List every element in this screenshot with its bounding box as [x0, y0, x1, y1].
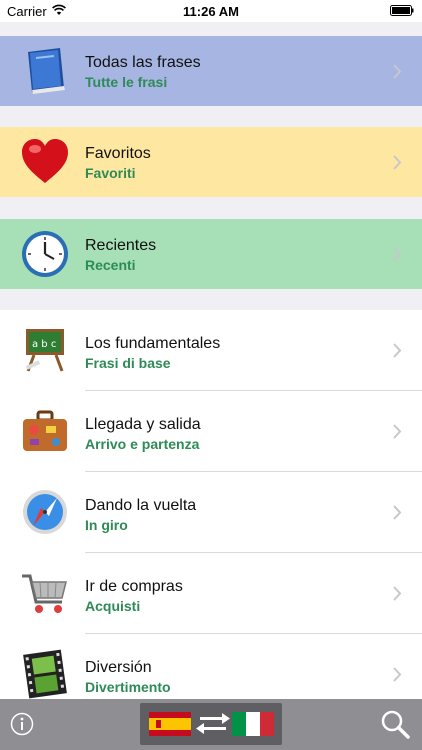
chevron-right-icon [393, 343, 402, 358]
chevron-right-icon [393, 586, 402, 601]
row-title: Recientes [85, 237, 157, 254]
italy-flag-icon [232, 712, 274, 736]
category-subtitle: Acquisti [85, 598, 141, 614]
heart-icon [22, 139, 68, 183]
category-title: Dando la vuelta [85, 497, 197, 514]
category-subtitle: Divertimento [85, 679, 171, 695]
language-swap-button[interactable] [140, 703, 282, 745]
bottom-toolbar [0, 699, 422, 750]
chevron-right-icon [393, 505, 402, 520]
category-arrival-departure[interactable]: Llegada y salida Arrivo e partenza [0, 391, 422, 472]
category-title: Ir de compras [85, 578, 183, 595]
spain-flag-icon [149, 712, 191, 736]
info-icon[interactable] [10, 712, 34, 736]
category-shopping[interactable]: Ir de compras Acquisti [0, 553, 422, 634]
battery-icon [390, 5, 414, 16]
row-title: Todas las frases [85, 54, 201, 71]
chalkboard-icon: a b c [25, 329, 64, 372]
chevron-right-icon [393, 155, 402, 170]
category-title: Los fundamentales [85, 335, 221, 352]
search-icon[interactable] [380, 709, 410, 739]
chevron-right-icon [393, 424, 402, 439]
compass-icon [23, 490, 67, 534]
row-subtitle: Tutte le frasi [85, 74, 168, 90]
row-title: Favoritos [85, 145, 151, 162]
book-icon [28, 48, 65, 94]
category-basics[interactable]: a b c Los fundamentales Frasi di base [0, 310, 422, 391]
chevron-right-icon [393, 247, 402, 262]
category-title: Llegada y salida [85, 416, 201, 433]
language-swap-icon [149, 712, 274, 736]
category-subtitle: Arrivo e partenza [85, 436, 200, 452]
clock-time: 11:26 AM [183, 4, 239, 19]
category-getting-around[interactable]: Dando la vuelta In giro [0, 472, 422, 553]
category-subtitle: In giro [85, 517, 128, 533]
category-subtitle: Frasi di base [85, 355, 171, 371]
category-list: a b c Los fundamentales Frasi di base Ll… [0, 310, 422, 715]
recents-row[interactable]: Recientes Recenti [0, 219, 422, 289]
svg-text:a b c: a b c [32, 339, 56, 350]
chevron-right-icon [393, 64, 402, 79]
row-subtitle: Favoriti [85, 165, 136, 181]
chevron-right-icon [393, 667, 402, 682]
clock-icon [22, 231, 68, 277]
all-phrases-row[interactable]: Todas las frases Tutte le frasi [0, 36, 422, 106]
shopping-cart-icon [22, 574, 67, 613]
film-icon [23, 649, 67, 699]
category-title: Diversión [85, 659, 152, 676]
swap-arrows-icon [196, 713, 230, 734]
status-bar: Carrier 11:26 AM [0, 0, 422, 22]
row-subtitle: Recenti [85, 257, 136, 273]
suitcase-icon [23, 410, 67, 451]
favorites-row[interactable]: Favoritos Favoriti [0, 127, 422, 197]
